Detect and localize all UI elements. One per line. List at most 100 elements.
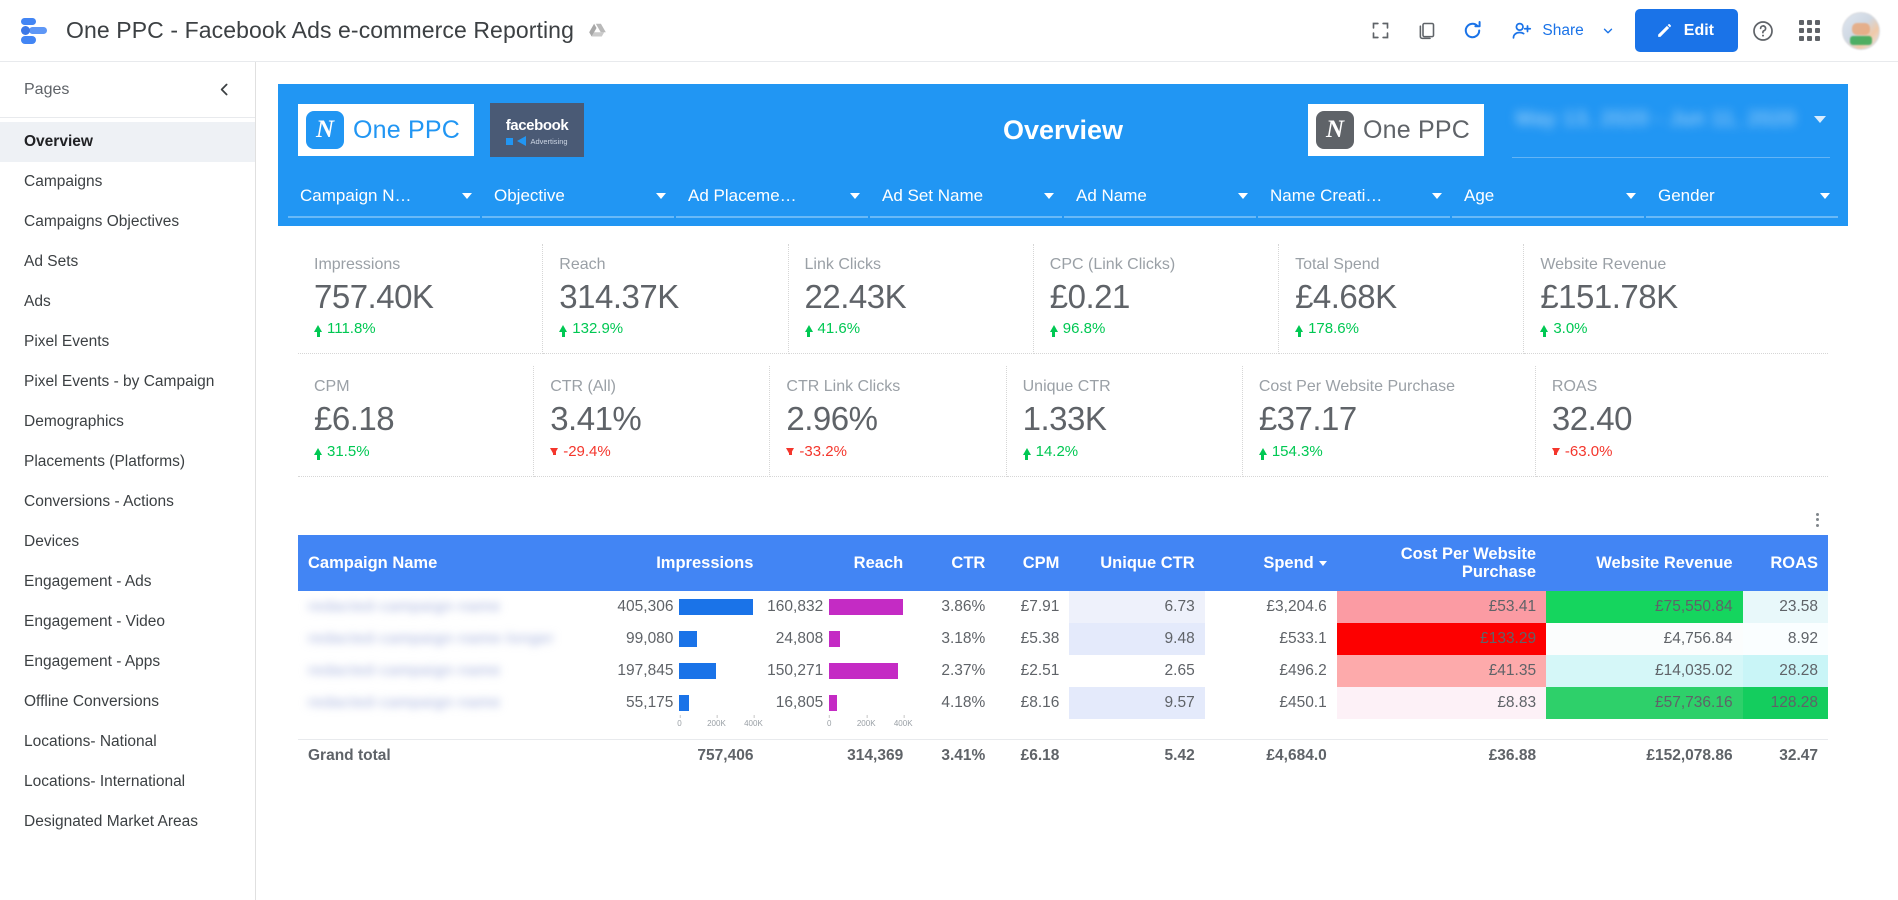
filter-ad-set-name[interactable]: Ad Set Name bbox=[870, 176, 1062, 218]
sidebar-item-label: Pixel Events bbox=[24, 333, 110, 351]
arrow-up-icon bbox=[314, 325, 322, 338]
cell-campaign-name: redacted-campaign-name bbox=[298, 591, 593, 623]
axis-tick-label: 0 bbox=[677, 715, 682, 729]
avatar[interactable] bbox=[1842, 11, 1880, 50]
bar-axis-row: 0 200K 400K 0 200K 400K bbox=[298, 715, 1828, 740]
scorecard-value: £4.68K bbox=[1295, 278, 1397, 315]
help-button[interactable] bbox=[1742, 10, 1784, 52]
sidebar-item-engagement-apps[interactable]: Engagement - Apps bbox=[0, 642, 255, 682]
fullscreen-button[interactable] bbox=[1359, 10, 1401, 52]
cell-ctr: 4.18% bbox=[941, 694, 986, 712]
filter-ad-placeme[interactable]: Ad Placeme… bbox=[676, 176, 868, 218]
sidebar-item-ads[interactable]: Ads bbox=[0, 282, 255, 322]
table-header-roas[interactable]: ROAS bbox=[1742, 534, 1828, 592]
filter-name-creati[interactable]: Name Creati… bbox=[1258, 176, 1450, 218]
scorecard-unique-ctr: Unique CTR 1.33K 14.2% bbox=[1006, 366, 1243, 477]
sidebar-item-devices[interactable]: Devices bbox=[0, 522, 255, 562]
table-header-impressions[interactable]: Impressions bbox=[592, 534, 764, 592]
sidebar-item-pixel-events[interactable]: Pixel Events bbox=[0, 322, 255, 362]
filter-campaign-n[interactable]: Campaign N… bbox=[288, 176, 480, 218]
sidebar-item-label: Campaigns Objectives bbox=[24, 213, 180, 231]
table-header-reach[interactable]: Reach bbox=[763, 534, 914, 592]
sidebar-item-ad-sets[interactable]: Ad Sets bbox=[0, 242, 255, 282]
sidebar-item-placements-platforms[interactable]: Placements (Platforms) bbox=[0, 442, 255, 482]
sidebar-item-demographics[interactable]: Demographics bbox=[0, 402, 255, 442]
sidebar-item-campaigns-objectives[interactable]: Campaigns Objectives bbox=[0, 202, 255, 242]
bar-fill bbox=[829, 695, 837, 712]
cell-spend: £3,204.6 bbox=[1266, 598, 1327, 616]
filter-label: Gender bbox=[1658, 186, 1715, 205]
axis-tick-label: 200K bbox=[707, 715, 726, 729]
table-header-campaign-name[interactable]: Campaign Name bbox=[298, 534, 593, 592]
sidebar-item-conversions-actions[interactable]: Conversions - Actions bbox=[0, 482, 255, 522]
filter-objective[interactable]: Objective bbox=[482, 176, 674, 218]
table-header-label: ROAS bbox=[1770, 553, 1818, 572]
chevron-down-icon[interactable] bbox=[1601, 24, 1615, 38]
sidebar-item-overview[interactable]: Overview bbox=[0, 122, 255, 162]
bar-track bbox=[829, 631, 903, 648]
refresh-button[interactable] bbox=[1451, 10, 1493, 52]
sidebar-item-offline-conversions[interactable]: Offline Conversions bbox=[0, 682, 255, 722]
scorecard-delta: -29.4% bbox=[550, 443, 753, 460]
table-row[interactable]: redacted-campaign-name-longer 99,080 24,80… bbox=[298, 623, 1828, 656]
sidebar-item-engagement-ads[interactable]: Engagement - Ads bbox=[0, 562, 255, 602]
collapse-sidebar-button[interactable] bbox=[207, 73, 241, 107]
date-range-control[interactable]: May 13, 2020 - Jun 11, 2020 bbox=[1512, 102, 1830, 158]
sidebar-item-pixel-events-by-campaign[interactable]: Pixel Events - by Campaign bbox=[0, 362, 255, 402]
scorecard-cpm: CPM £6.18 31.5% bbox=[298, 366, 535, 477]
sidebar-item-designated-market-areas[interactable]: Designated Market Areas bbox=[0, 802, 255, 842]
grand-total-roas: 32.47 bbox=[1742, 739, 1828, 773]
scorecard-delta-value: -63.0% bbox=[1564, 442, 1613, 460]
table-row[interactable]: redacted-campaign-name 197,845 150,271 2.37… bbox=[298, 655, 1828, 688]
table-row[interactable]: redacted-campaign-name 405,306 160,832 3.86… bbox=[298, 591, 1828, 624]
edit-button[interactable]: Edit bbox=[1634, 9, 1738, 52]
chevron-down-icon bbox=[1820, 193, 1830, 199]
bar-fill bbox=[829, 631, 841, 648]
scorecard-delta-value: 31.5% bbox=[327, 442, 370, 460]
app-toolbar: One PPC - Facebook Ads e-commerce Report… bbox=[0, 0, 1898, 62]
table-header-ctr[interactable]: CTR bbox=[913, 534, 996, 592]
scorecard-roas: ROAS 32.40 -63.0% bbox=[1535, 366, 1828, 477]
table-header-label: Website Revenue bbox=[1596, 553, 1733, 572]
share-button[interactable]: Share bbox=[1497, 11, 1622, 51]
scorecard-title: Impressions bbox=[314, 256, 401, 273]
brand-logo-right-text: One PPC bbox=[1362, 115, 1470, 144]
scorecard-delta: 3.0% bbox=[1540, 320, 1812, 338]
filter-ad-name[interactable]: Ad Name bbox=[1064, 176, 1256, 218]
scorecard-delta: 111.8% bbox=[314, 320, 526, 338]
redacted-campaign-name: redacted-campaign-name bbox=[308, 694, 501, 712]
sidebar-item-label: Ad Sets bbox=[24, 253, 79, 271]
sidebar-item-campaigns[interactable]: Campaigns bbox=[0, 162, 255, 202]
scorecard-value: 2.96% bbox=[786, 400, 878, 438]
chevron-down-icon bbox=[1814, 116, 1826, 123]
filter-gender[interactable]: Gender bbox=[1646, 176, 1838, 218]
table-header-unique-ctr[interactable]: Unique CTR bbox=[1069, 534, 1205, 592]
scorecard-row-2: CPM £6.18 31.5% CTR (All) 3.41% -29.4% CTR Lin… bbox=[278, 354, 1848, 477]
chevron-down-icon bbox=[1238, 193, 1248, 199]
facebook-advertising-logo: facebook Advertising bbox=[490, 103, 585, 157]
table-options-button[interactable] bbox=[1808, 511, 1826, 529]
table-header-cpm[interactable]: CPM bbox=[995, 534, 1070, 592]
sidebar-item-label: Placements (Platforms) bbox=[24, 453, 186, 471]
table-header-spend[interactable]: Spend bbox=[1204, 534, 1337, 592]
facebook-megaphone-icon: Advertising bbox=[506, 136, 568, 146]
sidebar-item-engagement-video[interactable]: Engagement - Video bbox=[0, 602, 255, 642]
sidebar-item-locations-national[interactable]: Locations- National bbox=[0, 722, 255, 762]
sidebar-item-locations-international[interactable]: Locations- International bbox=[0, 762, 255, 802]
bar-track bbox=[679, 631, 753, 648]
brand-logo-right: N One PPC bbox=[1307, 104, 1484, 156]
table-header-cost-per-website-purchase[interactable]: Cost Per Website Purchase bbox=[1336, 534, 1547, 592]
sidebar-item-label: Engagement - Ads bbox=[24, 573, 152, 591]
copy-button[interactable] bbox=[1405, 10, 1447, 52]
bar-track bbox=[829, 695, 903, 712]
sidebar-item-label: Locations- International bbox=[24, 773, 186, 791]
pages-list[interactable]: Overview Campaigns Campaigns Objectives Ad … bbox=[0, 118, 255, 900]
table-row[interactable]: redacted-campaign-name 55,175 16,805 4.18% £… bbox=[298, 687, 1828, 720]
filter-age[interactable]: Age bbox=[1452, 176, 1644, 218]
filter-label: Objective bbox=[494, 186, 565, 205]
scorecard-delta: 14.2% bbox=[1022, 443, 1226, 460]
edit-label: Edit bbox=[1683, 21, 1714, 39]
table-header-website-revenue[interactable]: Website Revenue bbox=[1546, 534, 1743, 592]
cell-website-revenue: £75,550.84 bbox=[1546, 591, 1743, 624]
apps-button[interactable] bbox=[1788, 10, 1830, 52]
